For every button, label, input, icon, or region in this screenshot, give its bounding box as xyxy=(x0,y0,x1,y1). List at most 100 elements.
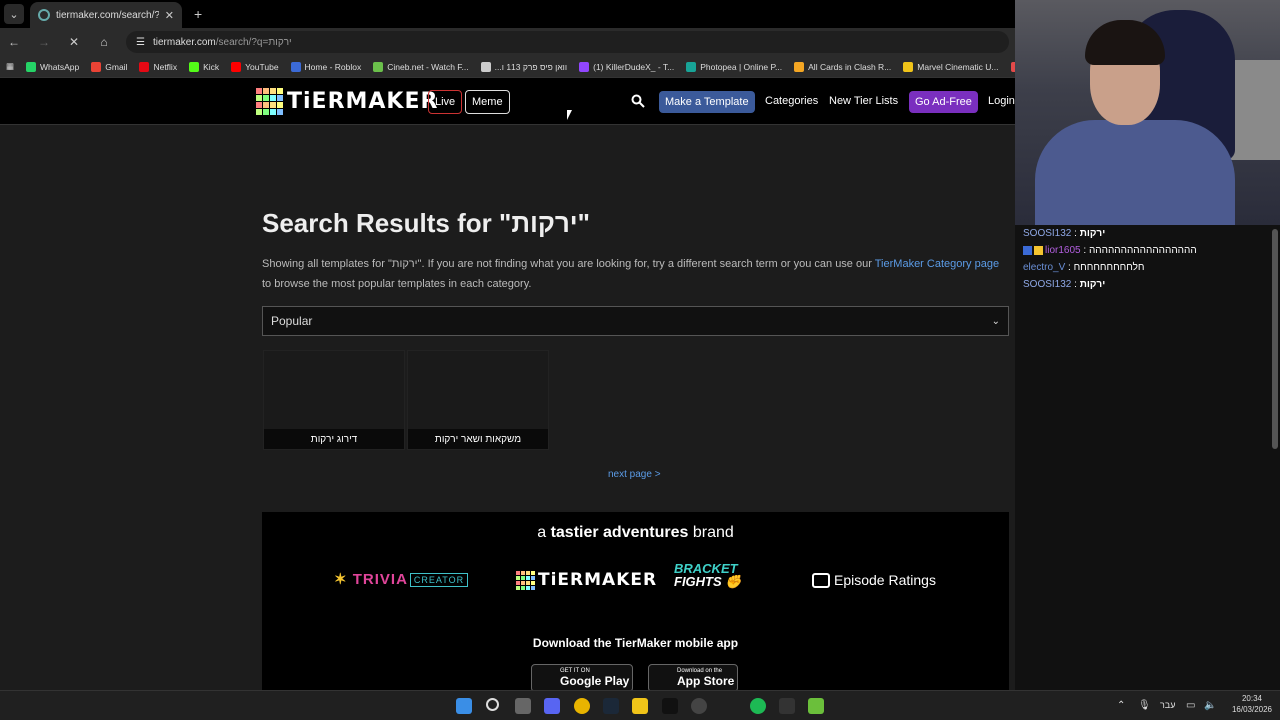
tiermaker-brand-logo[interactable]: TiERMAKER xyxy=(516,570,657,590)
result-card[interactable]: משקאות ושאר ירקות xyxy=(407,350,549,450)
desc-text-2: to browse the most popular templates in … xyxy=(262,278,532,290)
bookmark-label: Photopea | Online P... xyxy=(700,61,783,72)
bookmark-item[interactable]: ...וואן פיס פרק 113 ו xyxy=(480,61,568,72)
start-icon[interactable] xyxy=(456,698,472,714)
sort-select[interactable]: Popular ⌄ xyxy=(262,306,1009,336)
bookmark-item[interactable]: Home - Roblox xyxy=(290,61,362,72)
bookmark-label: (1) KillerDudeX_ - T... xyxy=(593,61,675,72)
brand-logos: ✶ TRIVIA CREATOR TiERMAKER BRACKET FIGHTS … xyxy=(262,560,1009,600)
capcut-icon[interactable] xyxy=(662,698,678,714)
logo-text: TiERMAKER xyxy=(287,89,439,114)
app-store-button[interactable]: Download on the App Store xyxy=(648,664,738,690)
live-button[interactable]: Live xyxy=(428,90,463,114)
new-tab-icon[interactable]: + xyxy=(194,6,202,22)
bookmark-item[interactable]: YouTube xyxy=(231,61,279,72)
bookmark-favicon-icon xyxy=(26,61,37,72)
discord-icon[interactable] xyxy=(544,698,560,714)
bookmark-favicon-icon xyxy=(903,61,914,72)
meme-button[interactable]: Meme xyxy=(465,90,510,114)
browser-window: ⌄ tiermaker.com/search/?q=ירקות ✕ + ← → … xyxy=(0,0,1015,690)
bookmark-label: ...וואן פיס פרק 113 ו xyxy=(494,61,568,72)
chevron-down-icon: ⌄ xyxy=(991,315,1000,327)
bookmark-label: Netflix xyxy=(153,61,178,72)
google-play-button[interactable]: GET IT ON Google Play xyxy=(531,664,633,690)
results-description: Showing all templates for "ירקות". If yo… xyxy=(262,254,1009,294)
logo-grid-icon xyxy=(256,88,283,115)
epic-games-icon[interactable] xyxy=(779,698,795,714)
badge-icon xyxy=(1023,245,1032,255)
bookmark-item[interactable]: Gmail xyxy=(91,61,128,72)
task-view-icon[interactable] xyxy=(515,698,531,714)
chat-message: electro_V : חלחחחחחחחחח xyxy=(1023,262,1145,273)
desc-text-1: Showing all templates for "ירקות". If yo… xyxy=(262,258,875,270)
new-tier-lists-link[interactable]: New Tier Lists xyxy=(829,95,898,107)
file-explorer-icon[interactable] xyxy=(632,698,648,714)
trivia-creator-logo[interactable]: ✶ TRIVIA CREATOR xyxy=(334,570,469,588)
bookmark-favicon-icon xyxy=(139,61,150,72)
spotify-icon[interactable] xyxy=(750,698,766,714)
bookmark-item[interactable]: Photopea | Online P... xyxy=(686,61,783,72)
episode-ratings-logo[interactable]: Episode Ratings xyxy=(812,572,936,588)
stream-chat: SOOSI132 : ירקות lior1605 : הההההההההההה… xyxy=(1015,225,1280,690)
bookmark-item[interactable]: Kick xyxy=(189,61,219,72)
url-host: tiermaker.com xyxy=(152,36,216,48)
apps-icon[interactable]: ▦ xyxy=(6,61,14,72)
close-tab-icon[interactable]: ✕ xyxy=(165,9,174,22)
home-icon[interactable]: ⌂ xyxy=(96,35,112,49)
microphone-icon[interactable]: 🎙 xyxy=(1138,700,1151,711)
back-icon[interactable]: ← xyxy=(6,35,22,49)
chat-scrollbar[interactable] xyxy=(1272,229,1278,449)
bookmark-item[interactable]: (1) KillerDudeX_ - T... xyxy=(579,61,675,72)
bookmark-favicon-icon xyxy=(189,61,200,72)
download-app-heading: Download the TierMaker mobile app xyxy=(532,636,739,650)
bookmark-label: YouTube xyxy=(245,61,279,72)
obs-icon[interactable] xyxy=(691,698,707,714)
language-indicator[interactable]: עבר xyxy=(1160,700,1175,710)
bracket-fights-logo[interactable]: BRACKET FIGHTS ✊ xyxy=(674,562,741,588)
bookmark-favicon-icon xyxy=(794,61,805,72)
tab-active[interactable]: tiermaker.com/search/?q=ירקות ✕ xyxy=(30,2,182,28)
volume-icon[interactable]: 🔈 xyxy=(1204,700,1216,711)
bookmark-label: Gmail xyxy=(105,61,128,72)
clock[interactable]: 20:34 16/03/2026 xyxy=(1232,693,1272,715)
url-field[interactable]: ☰ tiermaker.com/search/?q=ירקות xyxy=(126,31,1009,53)
forward-icon[interactable]: → xyxy=(36,35,52,49)
bookmark-favicon-icon xyxy=(91,61,102,72)
bookmark-item[interactable]: WhatsApp xyxy=(26,61,79,72)
mouse-cursor xyxy=(567,110,572,120)
go-ad-free-button[interactable]: Go Ad-Free xyxy=(909,91,978,113)
login-link[interactable]: Login xyxy=(988,95,1015,107)
next-page-link[interactable]: next page > xyxy=(608,469,661,480)
chrome-icon[interactable] xyxy=(574,698,590,714)
tiermaker-logo[interactable]: TiERMAKER xyxy=(256,88,438,115)
network-icon[interactable]: ▭ xyxy=(1186,700,1195,711)
bookmark-label: Marvel Cinematic U... xyxy=(917,61,999,72)
bookmark-item[interactable]: Netflix xyxy=(139,61,178,72)
site-info-icon[interactable]: ☰ xyxy=(136,37,145,48)
tab-search-button[interactable]: ⌄ xyxy=(4,4,24,24)
search-icon[interactable] xyxy=(631,94,645,108)
make-template-button[interactable]: Make a Template xyxy=(659,91,755,113)
bookmarks-bar: ▦ WhatsApp Gmail Netflix Kick YouTube Home - … xyxy=(0,56,1015,78)
search-taskbar-icon[interactable] xyxy=(486,698,499,711)
categories-link[interactable]: Categories xyxy=(765,95,818,107)
chat-message: lior1605 : ההההההההההההההההה xyxy=(1015,242,1280,259)
bookmark-label: Cineb.net - Watch F... xyxy=(387,61,469,72)
tiermaker-page: TiERMAKER Live Meme Make a Template Cate… xyxy=(0,78,1015,690)
stop-icon[interactable]: ✕ xyxy=(66,35,82,49)
chevron-up-icon[interactable]: ⌃ xyxy=(1117,700,1125,711)
bookmark-favicon-icon xyxy=(480,61,491,72)
url-path: /search/?q=ירקות xyxy=(215,36,292,48)
tab-title: tiermaker.com/search/?q=ירקות xyxy=(56,9,159,21)
result-card[interactable]: דירוג ירקות xyxy=(263,350,405,450)
taskbar: ⌃ 🎙 עבר ▭ 🔈 20:34 16/03/2026 xyxy=(0,690,1280,720)
bookmark-item[interactable]: Cineb.net - Watch F... xyxy=(373,61,469,72)
webcam-overlay xyxy=(1015,0,1280,225)
bookmark-label: Home - Roblox xyxy=(304,61,362,72)
bookmark-item[interactable]: Marvel Cinematic U... xyxy=(903,61,999,72)
minecraft-icon[interactable] xyxy=(808,698,824,714)
category-page-link[interactable]: TierMaker Category page xyxy=(875,258,999,270)
bookmark-item[interactable]: All Cards in Clash R... xyxy=(794,61,891,72)
bookmark-favicon-icon xyxy=(373,61,384,72)
steam-icon[interactable] xyxy=(603,698,619,714)
